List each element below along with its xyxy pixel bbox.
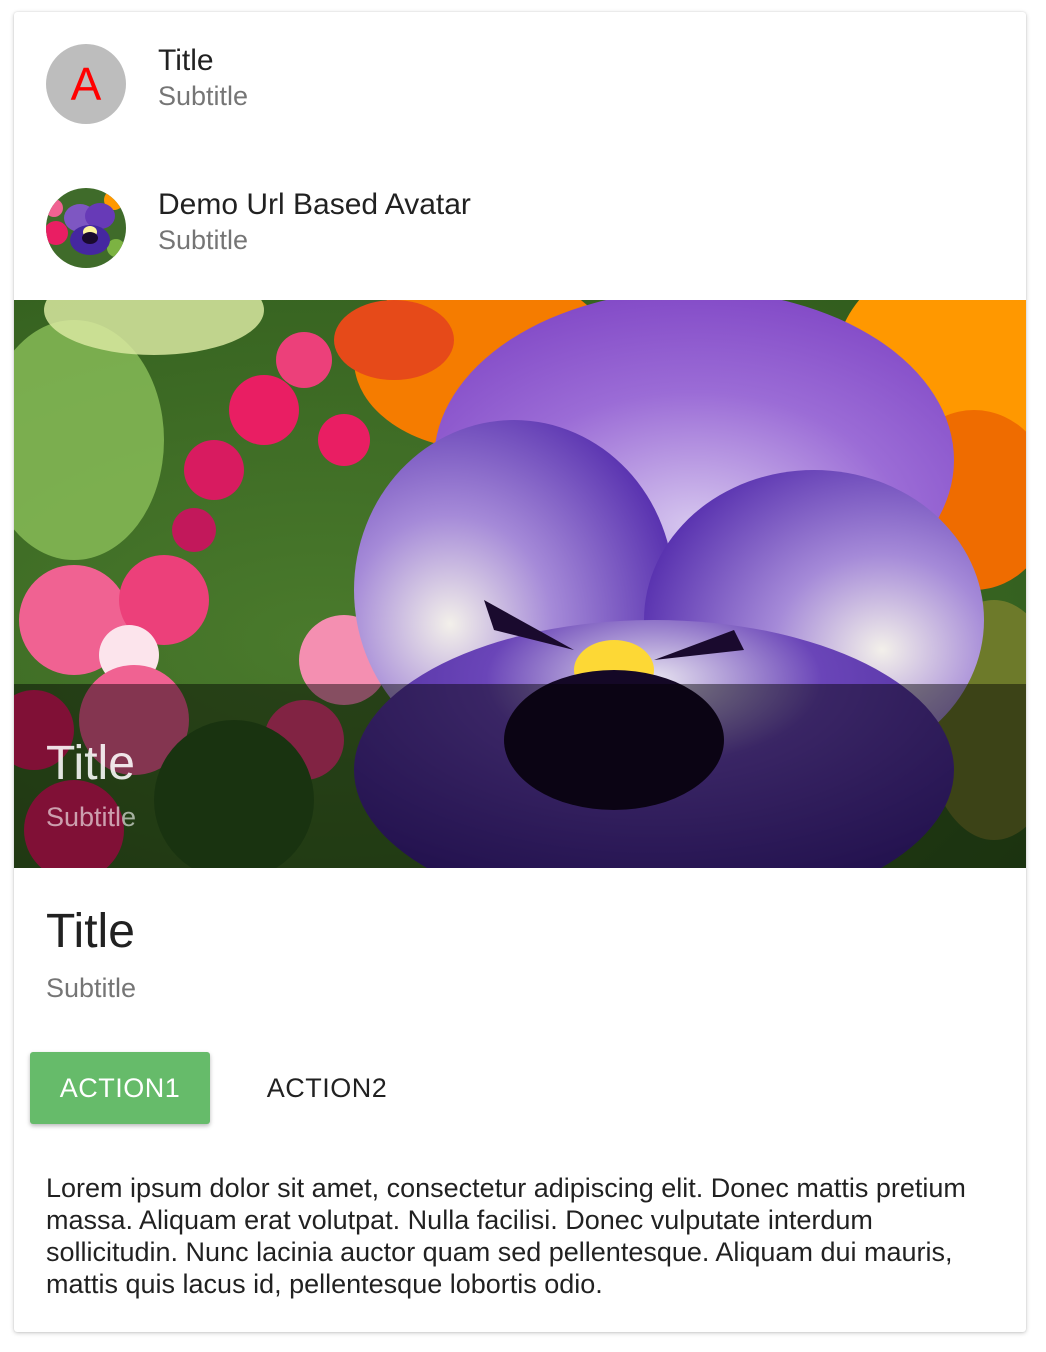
header-subtitle: Subtitle [158,81,249,111]
card-text: Lorem ipsum dolor sit amet, consectetur … [46,1173,966,1299]
media-overlay: Title Subtitle [14,684,1026,868]
header-subtitle: Subtitle [158,225,249,255]
header-title: Title [158,44,214,77]
card-actions: ACTION1 ACTION2 [30,1052,1010,1124]
overlay-subtitle: Subtitle [46,802,137,832]
card-header-letter-avatar: A Title Subtitle [14,12,1026,156]
overlay-title: Title [46,737,135,790]
card-media: Title Subtitle [14,300,1026,868]
card-subtitle: Subtitle [46,973,137,1003]
card: A Title Subtitle Demo Url Based Avatar S… [14,12,1026,1332]
url-avatar-image [46,188,126,268]
action1-button[interactable]: ACTION1 [30,1052,210,1124]
card-title: Title [46,905,135,958]
letter-avatar: A [46,44,126,124]
action2-button[interactable]: ACTION2 [242,1052,412,1124]
card-header-url-avatar: Demo Url Based Avatar Subtitle [14,156,1026,300]
header-title: Demo Url Based Avatar [158,188,471,221]
